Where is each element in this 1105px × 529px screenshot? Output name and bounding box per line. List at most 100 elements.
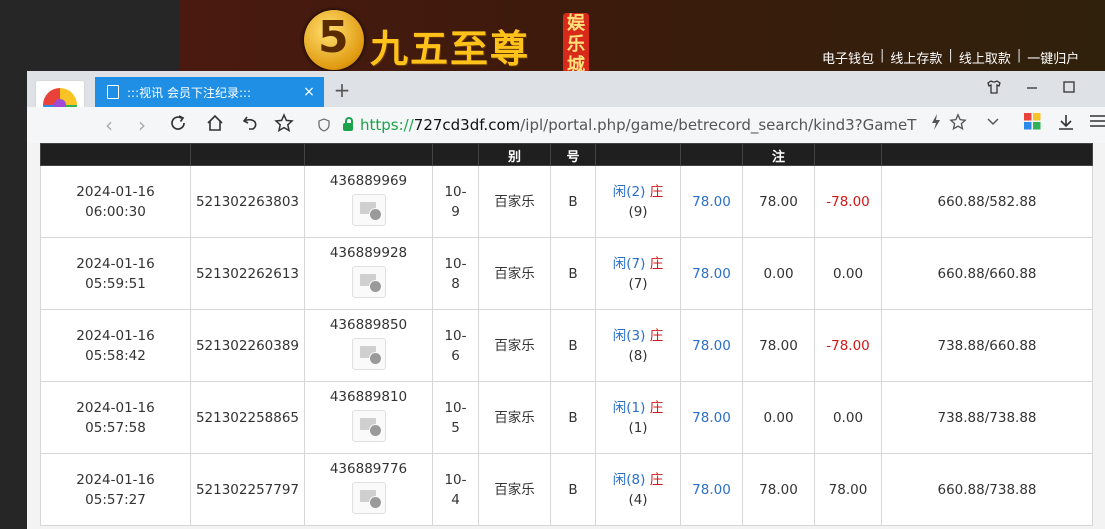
home-icon[interactable]	[203, 113, 227, 137]
header-cell	[190, 143, 305, 166]
plus-icon[interactable]: +	[331, 77, 353, 103]
balance-cell: 738.88/660.88	[881, 309, 1093, 382]
url-scheme: https://	[360, 116, 414, 134]
bet-amount-cell: 78.00	[680, 381, 743, 454]
header-cell	[304, 143, 433, 166]
download-icon[interactable]	[1057, 113, 1075, 135]
site-logo-text: 九五至尊	[370, 26, 531, 71]
chevron-down-icon[interactable]	[985, 113, 1001, 133]
game-text: 百家乐	[494, 265, 535, 282]
order-text: 521302258865	[195, 409, 300, 426]
game-id-text: 436889969	[329, 173, 408, 189]
banker-text: 庄	[649, 399, 664, 416]
order-text: 521302263803	[195, 193, 300, 210]
logo-tag-char: 乐	[567, 34, 585, 55]
header-cell	[680, 143, 743, 166]
table-number-cell: B	[550, 453, 596, 526]
date-text: 2024-01-16	[76, 399, 155, 416]
undo-icon[interactable]	[239, 113, 263, 137]
browser-window: :::视讯 会员下注纪录::: × + ‹ › https:// 727cd3d…	[27, 71, 1105, 529]
header-cell	[40, 143, 191, 166]
link-online-deposit[interactable]: 线上存款	[890, 48, 942, 67]
back-icon[interactable]: ‹	[97, 113, 121, 137]
valid-bet-cell: 78.00	[742, 309, 815, 382]
table-number-cell: B	[550, 309, 596, 382]
valid-bet-cell: 0.00	[742, 237, 815, 310]
round-b-text: 4	[451, 491, 460, 508]
game-result-cell: 闲(7) 庄 (7)	[595, 237, 681, 310]
bookmark-star-icon[interactable]	[949, 113, 967, 135]
order-text: 521302260389	[195, 337, 300, 354]
table-number-cell: B	[550, 381, 596, 454]
link-one-click-transfer[interactable]: 一键归户	[1027, 48, 1079, 67]
game-type-cell: 百家乐	[478, 381, 551, 454]
game-result-cell: 闲(1) 庄 (1)	[595, 381, 681, 454]
table-text: B	[568, 481, 578, 498]
minimize-icon[interactable]	[1019, 79, 1045, 99]
game-id-cell: 436889928	[304, 237, 433, 310]
bet-records-table: 别 号 注 2024-01-16 06:00:30 521302263803 43…	[40, 143, 1093, 526]
game-id-cell: 436889776	[304, 453, 433, 526]
video-replay-icon[interactable]	[351, 194, 386, 226]
browser-toolbar: ‹ › https://727cd3df.com/ipl/portal.php/…	[27, 107, 1105, 144]
game-type-cell: 百家乐	[478, 453, 551, 526]
result-text: 0.00	[832, 265, 864, 282]
video-replay-icon[interactable]	[351, 410, 386, 442]
round-cell: 10- 9	[432, 165, 479, 238]
star-icon[interactable]	[272, 113, 296, 137]
bet-datetime-cell: 2024-01-16 05:58:42	[40, 309, 191, 382]
player-text: 闲(2)	[612, 183, 646, 200]
time-text: 06:00:30	[85, 203, 146, 220]
site-logo-numeral: 5	[318, 12, 349, 63]
video-replay-icon[interactable]	[351, 266, 386, 298]
shield-icon[interactable]	[317, 118, 331, 132]
result-text: -78.00	[826, 193, 870, 210]
table-number-cell: B	[550, 237, 596, 310]
date-text: 2024-01-16	[76, 183, 155, 200]
link-e-wallet[interactable]: 电子钱包	[822, 48, 874, 67]
order-number-cell: 521302258865	[190, 381, 305, 454]
lightning-icon[interactable]	[929, 113, 943, 135]
player-text: 闲(3)	[612, 327, 646, 344]
link-online-withdraw[interactable]: 线上取款	[959, 48, 1011, 67]
lock-icon	[343, 117, 353, 131]
menu-icon[interactable]	[1089, 113, 1105, 133]
game-id-cell: 436889850	[304, 309, 433, 382]
forward-icon[interactable]: ›	[130, 113, 154, 137]
header-cell: 别	[478, 143, 551, 166]
close-icon[interactable]: ×	[300, 84, 318, 100]
bet-datetime-cell: 2024-01-16 06:00:30	[40, 165, 191, 238]
maximize-icon[interactable]	[1056, 79, 1082, 99]
shirt-icon[interactable]	[981, 79, 1007, 99]
banker-text: 庄	[649, 255, 664, 272]
reload-icon[interactable]	[166, 113, 190, 137]
tab-bet-records[interactable]: :::视讯 会员下注纪录::: ×	[95, 77, 324, 107]
game-id-cell: 436889810	[304, 381, 433, 454]
header-cell	[881, 143, 1093, 166]
video-replay-icon[interactable]	[351, 482, 386, 514]
result-text: 0.00	[832, 409, 864, 426]
game-type-cell: 百家乐	[478, 165, 551, 238]
order-text: 521302257797	[195, 481, 300, 498]
game-result-cell: 闲(2) 庄 (9)	[595, 165, 681, 238]
time-text: 05:58:42	[85, 347, 146, 364]
balance-text: 660.88/738.88	[937, 481, 1037, 498]
bet-text: 78.00	[692, 481, 731, 498]
apps-icon[interactable]	[1024, 113, 1041, 134]
doc-icon	[107, 85, 119, 99]
valid-text: 78.00	[759, 193, 798, 210]
tab-bar: :::视讯 会员下注纪录::: × +	[27, 71, 1105, 107]
url-path: /ipl/portal.php/game/betrecord_search/ki…	[520, 116, 917, 134]
header-cell	[432, 143, 479, 166]
banker-val-text: (9)	[628, 203, 648, 220]
video-replay-icon[interactable]	[351, 338, 386, 370]
date-text: 2024-01-16	[76, 327, 155, 344]
address-bar[interactable]: https://727cd3df.com/ipl/portal.php/game…	[317, 112, 972, 138]
order-number-cell: 521302260389	[190, 309, 305, 382]
bet-amount-cell: 78.00	[680, 237, 743, 310]
valid-text: 78.00	[759, 481, 798, 498]
game-type-cell: 百家乐	[478, 309, 551, 382]
table-row: 2024-01-16 06:00:30 521302263803 43688996…	[40, 165, 1093, 238]
game-result-cell: 闲(8) 庄 (4)	[595, 453, 681, 526]
date-text: 2024-01-16	[76, 471, 155, 488]
